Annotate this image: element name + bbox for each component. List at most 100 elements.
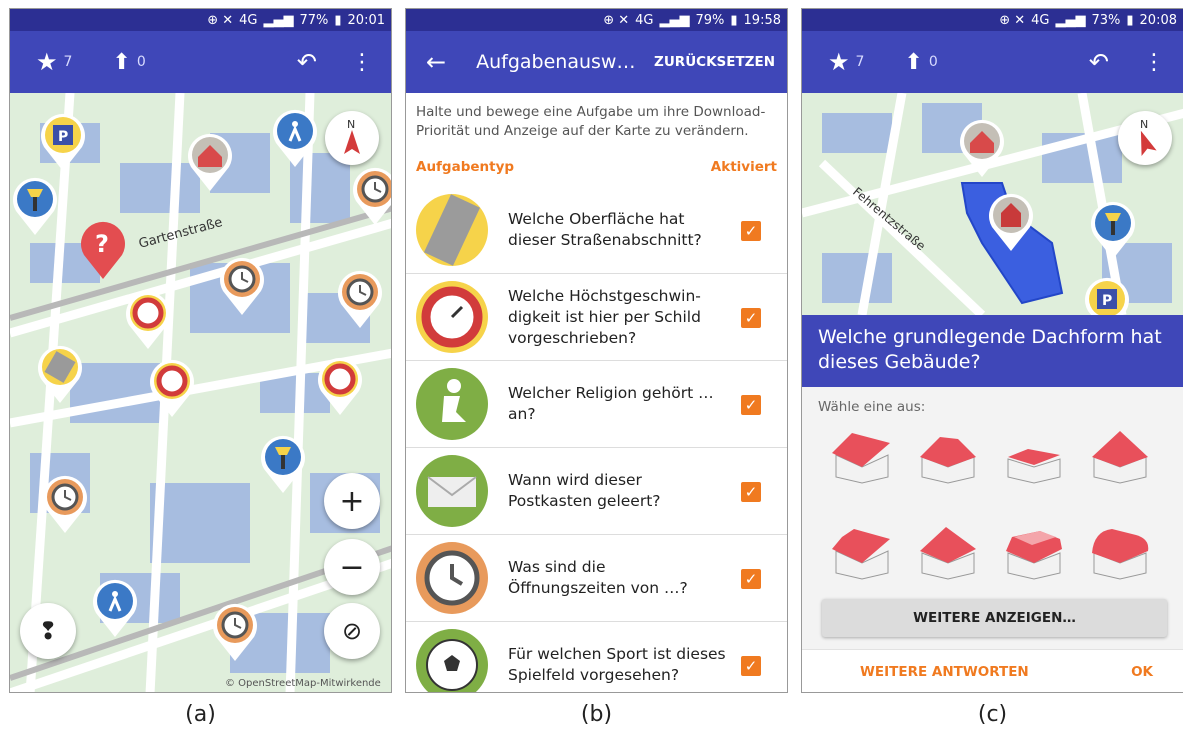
battery-icon: ▮ xyxy=(730,12,738,28)
upload-count: 0 xyxy=(136,54,146,70)
zoom-in-button[interactable]: + xyxy=(324,473,380,529)
app-toolbar: ← Aufgabenausw… ZURÜCKSETZEN xyxy=(406,31,787,93)
roof-option-skillion[interactable] xyxy=(916,523,980,581)
streetlamp-quest-pin[interactable] xyxy=(258,433,308,495)
quest-row[interactable]: Welche Höchstgeschwin-digkeit ist hier p… xyxy=(406,274,787,361)
status-icons: ⊕ ✕ xyxy=(603,12,630,28)
enabled-checkbox[interactable]: ✓ xyxy=(741,569,761,589)
quest-row[interactable]: Welche Oberfläche hat dieser Straßenabsc… xyxy=(406,187,787,274)
roof-option-pyramidal[interactable] xyxy=(1088,427,1152,485)
gps-tracking-button[interactable]: ⊘ xyxy=(324,603,380,659)
status-bar: ⊕ ✕ 4G ▂▄▆ 79% ▮ 19:58 xyxy=(406,9,787,31)
zoom-out-button[interactable]: − xyxy=(324,539,380,595)
phone-screen-map: ⊕ ✕ 4G ▂▄▆ 77% ▮ 20:01 ★ 7 ⬆ 0 ↶ ⋮ Garte… xyxy=(9,8,392,693)
soccer-icon xyxy=(416,629,488,692)
battery-label: 77% xyxy=(299,12,329,28)
app-toolbar: ★ 7 ⬆ 0 ↶ ⋮ xyxy=(10,31,391,93)
caption-c: (c) xyxy=(977,702,1008,727)
upload-counter[interactable]: ⬆ 0 xyxy=(904,50,937,75)
upload-counter[interactable]: ⬆ 0 xyxy=(112,50,145,75)
enabled-checkbox[interactable]: ✓ xyxy=(741,221,761,241)
roof-option-mansard[interactable] xyxy=(1002,523,1066,581)
report-note-button[interactable]: ❢ xyxy=(20,603,76,659)
svg-text:?: ? xyxy=(95,230,109,258)
clock-quest-pin[interactable] xyxy=(217,255,267,317)
svg-text:P: P xyxy=(58,129,68,145)
network-label: 4G xyxy=(239,12,258,28)
map-view[interactable]: Gartenstraße © OpenStreetMap-Mitwirkende… xyxy=(10,92,392,692)
crossing-quest-pin[interactable] xyxy=(270,107,320,169)
compass-icon: N xyxy=(1140,118,1157,157)
speed-limit-quest-pin[interactable] xyxy=(123,289,173,351)
battery-label: 79% xyxy=(695,12,725,28)
quest-question-title: Welche grundlegende Dachform hat dieses … xyxy=(802,315,1183,387)
crossing-quest-pin[interactable] xyxy=(90,577,140,639)
network-label: 4G xyxy=(1031,12,1050,28)
caption-a: (a) xyxy=(185,702,216,727)
map-view[interactable]: Fehrentzstraße P N xyxy=(802,92,1183,335)
building-quest-pin[interactable] xyxy=(185,131,235,193)
undo-icon[interactable]: ↶ xyxy=(297,48,317,76)
signal-icon: ▂▄▆ xyxy=(659,12,690,28)
quest-label: Welcher Religion gehört … an? xyxy=(508,384,714,423)
caption-b: (b) xyxy=(580,702,613,727)
svg-text:P: P xyxy=(1102,293,1112,309)
signal-icon: ▂▄▆ xyxy=(263,12,294,28)
other-answers-button[interactable]: WEITERE ANTWORTEN xyxy=(860,664,1029,680)
svg-text:N: N xyxy=(347,118,355,131)
streetlamp-quest-pin[interactable] xyxy=(10,175,60,237)
reset-button[interactable]: ZURÜCKSETZEN xyxy=(654,54,775,70)
building-quest-pin[interactable] xyxy=(957,117,1007,179)
enabled-checkbox[interactable]: ✓ xyxy=(741,395,761,415)
back-arrow-icon[interactable]: ← xyxy=(426,48,446,76)
quest-row[interactable]: Was sind die Öffnungszeiten von …? ✓ xyxy=(406,535,787,622)
roof-option-gabled[interactable] xyxy=(830,427,894,485)
time-label: 20:01 xyxy=(347,12,385,28)
quest-row[interactable]: Wann wird dieser Postkasten geleert? ✓ xyxy=(406,448,787,535)
overflow-menu-icon[interactable]: ⋮ xyxy=(1143,50,1165,75)
question-quest-pin[interactable]: ? xyxy=(78,219,128,281)
speed-limit-quest-pin[interactable] xyxy=(147,357,197,419)
compass-button[interactable]: N xyxy=(325,111,379,165)
speed-limit-icon xyxy=(416,281,488,353)
roof-quest-pin[interactable] xyxy=(986,191,1036,253)
clock-quest-pin[interactable] xyxy=(335,268,385,330)
roof-option-hipped[interactable] xyxy=(916,427,980,485)
quest-row[interactable]: Für welchen Sport ist dieses Spielfeld v… xyxy=(406,622,787,692)
battery-label: 73% xyxy=(1091,12,1121,28)
clock-quest-pin[interactable] xyxy=(350,165,392,227)
location-off-icon: ⊘ xyxy=(341,617,363,645)
roof-option-flat[interactable] xyxy=(1002,427,1066,485)
network-label: 4G xyxy=(635,12,654,28)
roof-option-round[interactable] xyxy=(1088,523,1152,581)
show-more-button[interactable]: WEITERE ANZEIGEN… xyxy=(822,599,1167,637)
list-header: Aufgabentyp Aktiviert xyxy=(406,159,787,183)
stars-count: 7 xyxy=(855,54,865,70)
undo-icon[interactable]: ↶ xyxy=(1089,48,1109,76)
screen-title: Aufgabenausw… xyxy=(476,51,636,73)
answer-panel: Wähle eine aus: WEITERE ANZEIGEN… WEITER… xyxy=(802,387,1183,692)
enabled-checkbox[interactable]: ✓ xyxy=(741,308,761,328)
streetlamp-quest-pin[interactable] xyxy=(1088,199,1138,261)
quest-label: Welche Höchstgeschwin-digkeit ist hier p… xyxy=(508,286,701,347)
clock-quest-pin[interactable] xyxy=(210,601,260,663)
ok-button[interactable]: OK xyxy=(1131,664,1153,680)
stars-counter[interactable]: ★ 7 xyxy=(828,48,864,76)
enabled-checkbox[interactable]: ✓ xyxy=(741,656,761,676)
stars-counter[interactable]: ★ 7 xyxy=(36,48,72,76)
enabled-checkbox[interactable]: ✓ xyxy=(741,482,761,502)
parking-quest-pin[interactable]: P xyxy=(38,111,88,173)
quest-row[interactable]: Welcher Religion gehört … an? ✓ xyxy=(406,361,787,448)
compass-button[interactable]: N xyxy=(1118,111,1172,165)
overflow-menu-icon[interactable]: ⋮ xyxy=(351,50,373,75)
surface-quest-pin[interactable] xyxy=(35,343,85,405)
plus-icon: + xyxy=(339,483,365,519)
upload-icon: ⬆ xyxy=(904,49,923,75)
battery-icon: ▮ xyxy=(334,12,342,28)
speed-limit-quest-pin[interactable] xyxy=(315,355,365,417)
clock-quest-pin[interactable] xyxy=(40,473,90,535)
app-toolbar: ★ 7 ⬆ 0 ↶ ⋮ xyxy=(802,31,1183,93)
roof-option-half-hipped[interactable] xyxy=(830,523,894,581)
signal-icon: ▂▄▆ xyxy=(1055,12,1086,28)
quest-list: Welche Oberfläche hat dieser Straßenabsc… xyxy=(406,187,787,692)
